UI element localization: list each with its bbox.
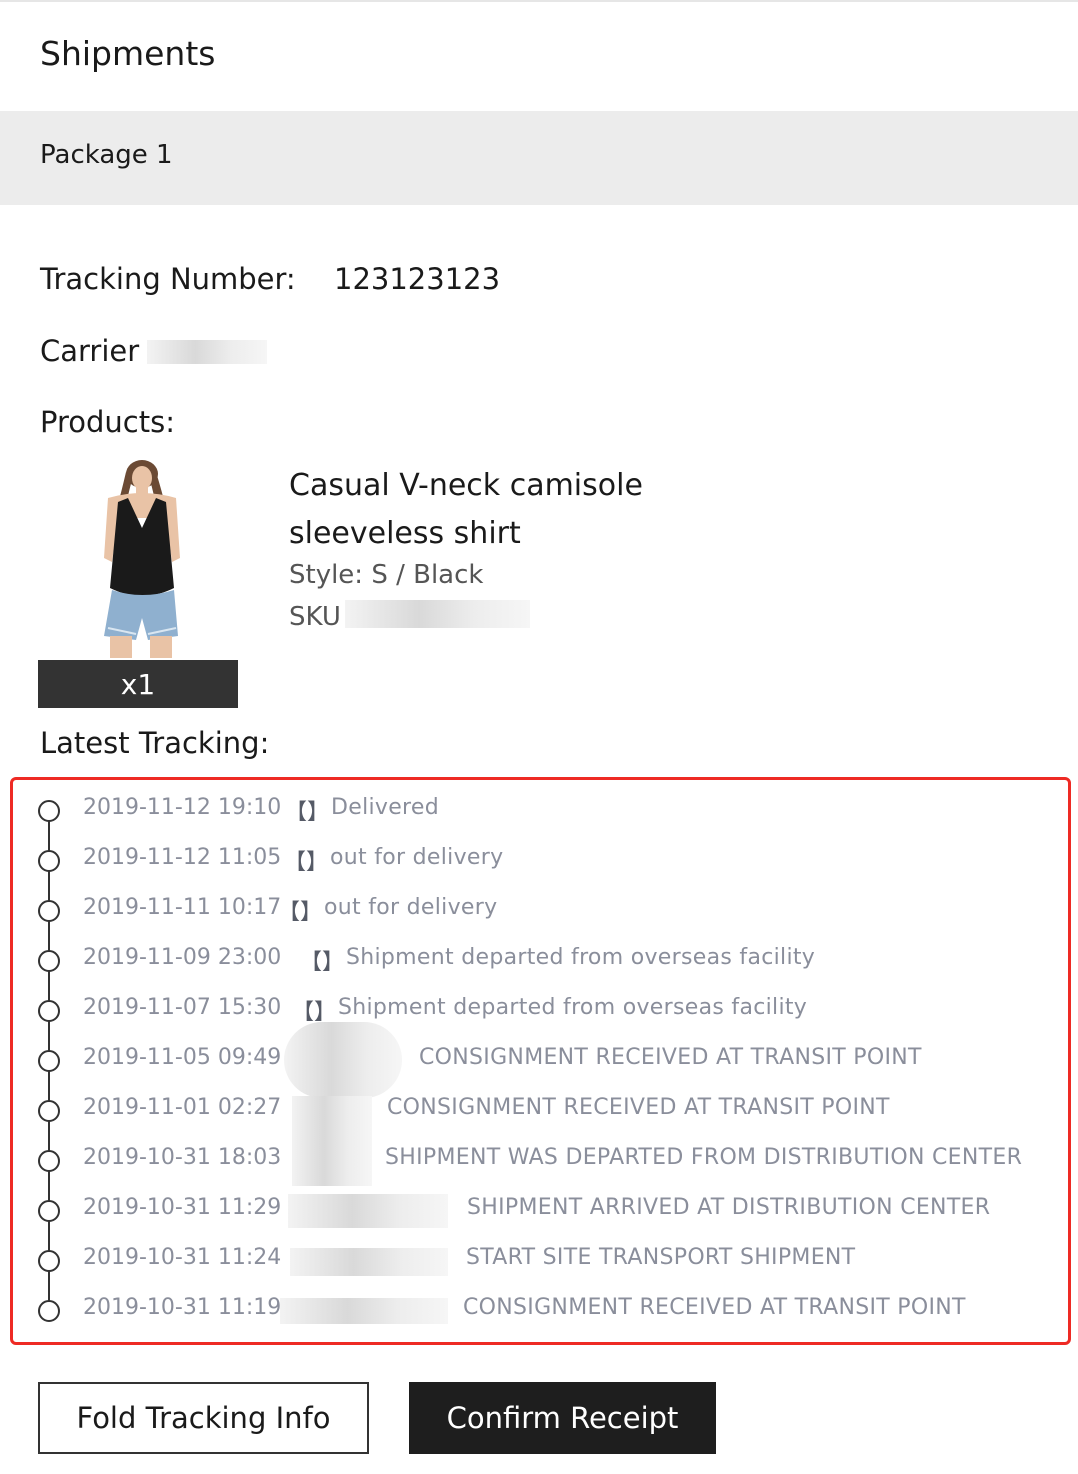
page-title: Shipments [40, 34, 216, 73]
event-bracket: 【】 [300, 950, 345, 975]
tracking-event: 2019-10-31 11:29 SHIPMENT ARRIVED AT DIS… [0, 1190, 1078, 1230]
tracking-event: 2019-11-11 10:17 【】 out for delivery [0, 890, 1078, 930]
tracking-event: 2019-10-31 11:24 START SITE TRANSPORT SH… [0, 1240, 1078, 1280]
product-name[interactable]: Casual V-neck camisole sleeveless shirt [289, 462, 709, 558]
tracking-number-value: 123123123 [334, 262, 501, 296]
carrier-value-redacted [147, 340, 267, 364]
timeline-dot-icon [38, 800, 60, 822]
event-status: out for delivery [330, 845, 504, 870]
timeline-dot-icon [38, 850, 60, 872]
event-time: 2019-11-12 11:05 [83, 845, 282, 870]
carrier-label: Carrier [40, 334, 140, 368]
redacted-area [280, 1298, 448, 1324]
top-divider [0, 0, 1078, 2]
confirm-receipt-button[interactable]: Confirm Receipt [409, 1382, 716, 1454]
tracking-number-label: Tracking Number: [40, 262, 296, 296]
event-status: CONSIGNMENT RECEIVED AT TRANSIT POINT [463, 1295, 966, 1320]
timeline-dot-icon [38, 1200, 60, 1222]
event-time: 2019-10-31 18:03 [83, 1145, 282, 1170]
event-status: SHIPMENT ARRIVED AT DISTRIBUTION CENTER [467, 1195, 991, 1220]
event-time: 2019-10-31 11:29 [83, 1195, 282, 1220]
tracking-event: 2019-11-01 02:27 CONSIGNMENT RECEIVED AT… [0, 1090, 1078, 1130]
timeline-dot-icon [38, 1250, 60, 1272]
event-bracket: 【】 [284, 850, 329, 875]
event-time: 2019-11-11 10:17 [83, 895, 282, 920]
tracking-event: 2019-11-12 19:10 【】 Delivered [0, 790, 1078, 830]
tracking-event: 2019-10-31 11:19 CONSIGNMENT RECEIVED AT… [0, 1290, 1078, 1330]
tracking-event: 2019-11-09 23:00 【】 Shipment departed fr… [0, 940, 1078, 980]
event-status: CONSIGNMENT RECEIVED AT TRANSIT POINT [387, 1095, 890, 1120]
event-time: 2019-11-05 09:49 [83, 1045, 282, 1070]
quantity-badge: x1 [38, 660, 238, 708]
event-status: out for delivery [324, 895, 498, 920]
event-time: 2019-11-07 15:30 [83, 995, 282, 1020]
tracking-event: 2019-10-31 18:03 SHIPMENT WAS DEPARTED F… [0, 1140, 1078, 1180]
event-status: Shipment departed from overseas facility [346, 945, 816, 970]
timeline-dot-icon [38, 1100, 60, 1122]
event-bracket: 【】 [278, 900, 323, 925]
timeline-dot-icon [38, 1050, 60, 1072]
tracking-event: 2019-11-05 09:49 CONSIGNMENT RECEIVED AT… [0, 1040, 1078, 1080]
event-status: CONSIGNMENT RECEIVED AT TRANSIT POINT [419, 1045, 922, 1070]
product-style: Style: S / Black [289, 560, 484, 590]
event-status: START SITE TRANSPORT SHIPMENT [466, 1245, 856, 1270]
product-image[interactable] [38, 458, 238, 658]
event-status: SHIPMENT WAS DEPARTED FROM DISTRIBUTION … [385, 1145, 1023, 1170]
event-time: 2019-10-31 11:24 [83, 1245, 282, 1270]
sku-value-redacted [345, 600, 530, 628]
redacted-area [284, 1022, 402, 1098]
event-status: Shipment departed from overseas facility [338, 995, 808, 1020]
package-label: Package 1 [40, 140, 173, 170]
event-time: 2019-11-01 02:27 [83, 1095, 282, 1120]
redacted-area [290, 1248, 448, 1276]
event-status: Delivered [331, 795, 440, 820]
products-label: Products: [40, 405, 175, 439]
timeline-dot-icon [38, 950, 60, 972]
tracking-event: 2019-11-07 15:30 【】 Shipment departed fr… [0, 990, 1078, 1030]
timeline-dot-icon [38, 1150, 60, 1172]
event-time: 2019-11-09 23:00 [83, 945, 282, 970]
latest-tracking-label: Latest Tracking: [40, 726, 270, 760]
redacted-area [292, 1096, 372, 1186]
timeline-dot-icon [38, 1000, 60, 1022]
timeline-dot-icon [38, 1300, 60, 1322]
fold-tracking-button[interactable]: Fold Tracking Info [38, 1382, 369, 1454]
timeline-dot-icon [38, 900, 60, 922]
event-bracket: 【】 [285, 800, 330, 825]
redacted-area [288, 1194, 448, 1228]
tracking-event: 2019-11-12 11:05 【】 out for delivery [0, 840, 1078, 880]
event-time: 2019-10-31 11:19 [83, 1295, 282, 1320]
event-time: 2019-11-12 19:10 [83, 795, 282, 820]
product-sku-label: SKU [289, 602, 341, 632]
